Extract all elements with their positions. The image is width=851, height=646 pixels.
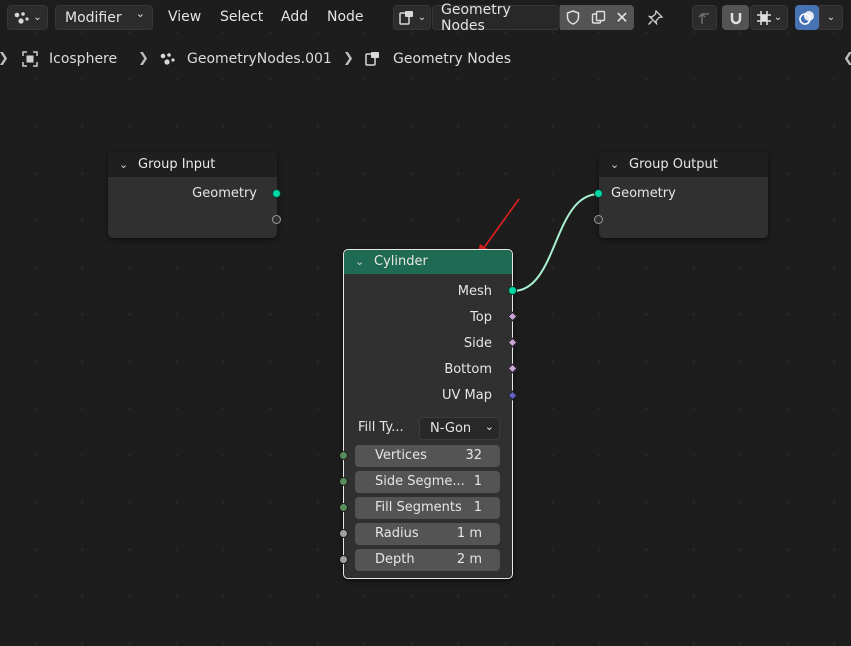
radius-field[interactable]: Radius 1 m (355, 523, 500, 545)
chevron-down-icon: ⌄ (484, 420, 494, 433)
cylinder-node[interactable]: ⌄ Cylinder Mesh Top Side Bottom UV Map F… (343, 249, 513, 579)
output-top-label: Top (470, 310, 492, 325)
node-header[interactable]: ⌄ Cylinder (344, 250, 512, 274)
node-header[interactable]: ⌄ Group Input (108, 152, 277, 177)
field-label: Depth (375, 552, 415, 567)
vertices-input-socket[interactable] (339, 451, 348, 460)
socket-label: Geometry (611, 186, 676, 201)
chevron-down-icon: ⌄ (119, 158, 129, 171)
chevron-down-icon: ⌄ (610, 158, 620, 171)
socket-label: Geometry (192, 186, 257, 201)
node-link[interactable] (512, 193, 600, 292)
node-title: Cylinder (374, 254, 428, 269)
field-label: Radius (375, 526, 419, 541)
fill-type-value: N-Gon (430, 421, 472, 436)
geometry-output-socket[interactable] (272, 189, 281, 198)
side-segments-field[interactable]: Side Segme... 1 (355, 471, 500, 493)
field-value: 1 m (456, 526, 482, 541)
node-title: Group Output (629, 157, 718, 172)
geometry-input-socket[interactable] (594, 189, 603, 198)
depth-field[interactable]: Depth 2 m (355, 549, 500, 571)
node-header[interactable]: ⌄ Group Output (599, 152, 768, 177)
field-label: Vertices (375, 448, 427, 463)
empty-output-socket[interactable] (272, 215, 281, 224)
output-mesh-label: Mesh (457, 284, 492, 299)
fill-type-dropdown[interactable]: N-Gon ⌄ (419, 417, 500, 440)
vertices-field[interactable]: Vertices 32 (355, 445, 500, 467)
field-value: 1 (473, 500, 482, 515)
output-uvmap-label: UV Map (442, 388, 492, 403)
output-bottom-label: Bottom (444, 362, 492, 377)
output-side-label: Side (463, 336, 492, 351)
chevron-down-icon: ⌄ (355, 255, 365, 268)
fill-type-label: Fill Ty... (358, 420, 404, 435)
mesh-output-socket[interactable] (508, 286, 517, 295)
empty-input-socket[interactable] (594, 215, 603, 224)
field-label: Fill Segments (375, 500, 462, 515)
field-label: Side Segme... (375, 474, 465, 489)
field-value: 32 (465, 448, 482, 463)
depth-input-socket[interactable] (339, 555, 348, 564)
node-title: Group Input (138, 157, 216, 172)
group-output-node[interactable]: ⌄ Group Output Geometry (599, 152, 768, 238)
radius-input-socket[interactable] (339, 529, 348, 538)
fill-segments-field[interactable]: Fill Segments 1 (355, 497, 500, 519)
fill-segments-input-socket[interactable] (339, 503, 348, 512)
field-value: 1 (473, 474, 482, 489)
side-segments-input-socket[interactable] (339, 477, 348, 486)
group-input-node[interactable]: ⌄ Group Input Geometry (108, 152, 277, 238)
field-value: 2 m (456, 552, 482, 567)
